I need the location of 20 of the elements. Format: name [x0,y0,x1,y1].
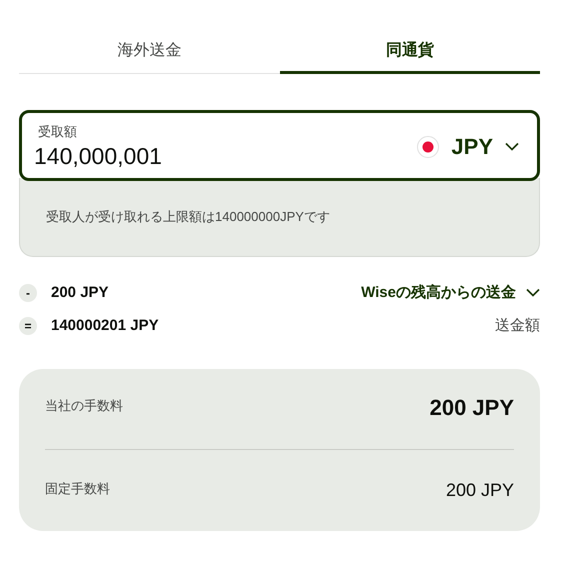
field-label: 受取額 [37,123,78,141]
chevron-down-icon [526,288,540,297]
amount-text: 200 JPY [51,284,110,301]
fee-label: 当社の手数料 [45,397,123,415]
fee-value: 200 JPY [446,480,514,501]
fee-label: 固定手数料 [45,480,110,498]
chevron-down-icon [505,142,519,151]
flag-icon [417,136,440,158]
amount-label: 送金額 [495,316,540,335]
tab[interactable]: 同通貨 [280,35,540,74]
operator-badge: = [19,316,37,334]
amount-value: 140,000,001 [34,143,163,170]
payment-method-dropdown[interactable]: Wiseの残高からの送金 [361,283,540,302]
tab[interactable]: 海外送金 [19,35,280,74]
operator-badge: - [19,284,37,302]
limit-notice: 受取人が受け取れる上限額は140000000JPYです [19,178,540,257]
fee-total: 200 JPY [430,395,514,421]
currency-selector[interactable]: JPY [417,134,519,160]
amount-field[interactable]: 受取額 140,000,001 JPY [19,110,540,181]
amount-text: 140000201 JPY [51,317,160,334]
